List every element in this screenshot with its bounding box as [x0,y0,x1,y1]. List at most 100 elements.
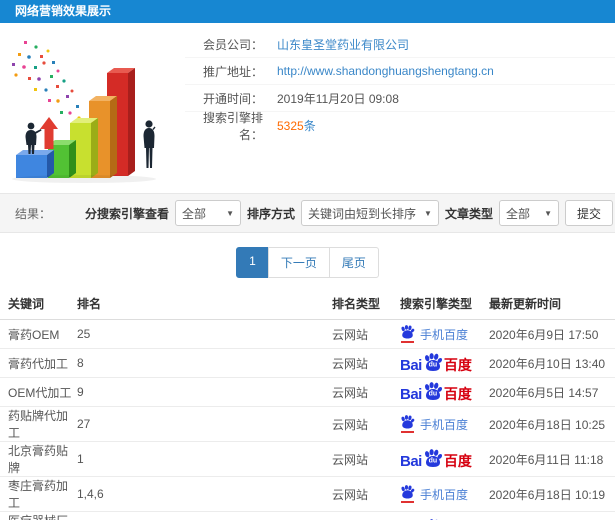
rank-cell[interactable]: 8 [77,348,332,378]
col-updated: 最新更新时间 [489,290,615,320]
updated-time-cell: 2020年6月11日 11:18 [489,441,615,477]
sort-filter-select[interactable]: 关键词由短到长排序 ▼ [301,200,439,226]
rank-type-cell: 云网站 [332,441,400,477]
col-rank: 排名 [77,290,332,320]
sort-filter-value: 关键词由短到长排序 [308,206,417,221]
url-label: 推广地址： [202,64,263,79]
engine-type-cell: 手机百度 Bai du 百度 [400,377,489,407]
article-type-label: 文章类型 [444,206,493,221]
keyword-cell: 膏药OEM [0,319,77,349]
table-row: OEM代加工 9 云网站 手机百度 Bai du 百度 [0,377,615,407]
col-keyword: 关键词 [0,290,77,320]
table-row: 枣庄膏药加工 1,4,6 云网站 手机百度 Bai du [0,476,615,512]
engine-type-cell: 手机百度 Bai du 百度 [400,441,489,477]
table-row: 北京膏药贴牌 1 云网站 手机百度 Bai du 百度 [0,441,615,477]
page-title: 网络营销效果展示 [0,0,615,23]
top-section: 会员公司： 山东皇圣堂药业有限公司 推广地址： http://www.shand… [0,23,615,191]
mobile-baidu-label: 手机百度 [420,327,469,342]
baidu-paw-icon [400,415,415,433]
col-rank-type: 排名类型 [332,290,400,320]
rank-cell[interactable]: 4 [77,511,332,520]
next-page-button[interactable]: 下一页 [267,247,330,278]
baidu-logo-du: du [428,390,438,398]
mobile-baidu-logo: 手机百度 [400,325,489,343]
baidu-logo-bai: Bai [400,453,422,470]
col-engine-type: 搜索引擎类型 [400,290,489,320]
baidu-paw-icon [400,325,415,343]
article-type-value: 全部 [505,206,530,221]
marketing-report-page: 网络营销效果展示 会员公司： 山东皇圣堂药业有限公司 推广地址： http://… [0,0,615,520]
keyword-cell: 药贴牌代加工 [0,406,77,442]
engine-type-cell: 手机百度 Bai du 百度 [400,319,489,349]
bar-blue [16,150,54,178]
company-link[interactable]: 山东皇圣堂药业有限公司 [277,36,409,53]
filter-bar: 结果： 分搜索引擎查看 全部 ▼ 排序方式 关键词由短到长排序 ▼ 文章类型 全… [0,193,615,233]
baidu-paw-icon: du [423,449,443,469]
engine-type-cell: 手机百度 Bai du 百度 [400,348,489,378]
mobile-baidu-label: 手机百度 [420,487,469,502]
baidu-logo-cn: 百度 [443,357,472,373]
table-row: 医疗器械厂家 4 云网站 手机百度 Bai du 百度 [0,511,615,520]
baidu-logo-bai: Bai [400,386,422,403]
rank-count-number: 5325 [277,119,304,133]
baidu-logo-du: du [428,457,438,465]
info-row-rank-count: 搜索引擎排名： 5325条 [185,111,615,142]
keyword-cell: 膏药代加工 [0,348,77,378]
keyword-rank-table: 关键词 排名 排名类型 搜索引擎类型 最新更新时间 膏药OEM 25 云网站 手… [0,290,615,520]
updated-time-cell: 2020年6月18日 10:25 [489,406,615,442]
member-info-panel: 会员公司： 山东皇圣堂药业有限公司 推广地址： http://www.shand… [185,31,615,142]
rank-cell[interactable]: 27 [77,406,332,442]
result-label: 结果： [15,206,52,221]
promotion-url-link[interactable]: http://www.shandonghuangshengtang.cn [277,64,494,78]
updated-time-cell: 2020年6月5日 14:57 [489,377,615,407]
rank-cell[interactable]: 25 [77,319,332,349]
rank-count-suffix: 条 [303,119,316,133]
engine-type-cell: 手机百度 Bai du 百度 [400,476,489,512]
article-type-select[interactable]: 全部 ▼ [498,200,559,226]
engine-filter-label: 分搜索引擎查看 [85,206,170,221]
baidu-logo-bai: Bai [400,357,422,374]
mobile-baidu-logo: 手机百度 [400,485,489,503]
pagination: 1 下一页 尾页 [0,247,615,278]
rank-type-cell: 云网站 [332,476,400,512]
engine-filter-value: 全部 [182,206,207,221]
page-1-button[interactable]: 1 [236,247,269,278]
baidu-logo: Bai du 百度 [400,353,489,373]
engine-type-cell: 手机百度 Bai du 百度 [400,511,489,520]
rank-type-cell: 云网站 [332,511,400,520]
rank-count-value: 5325条 [277,117,316,134]
table-row: 膏药代加工 8 云网站 手机百度 Bai du 百度 [0,348,615,378]
chevron-down-icon: ▼ [226,208,235,218]
baidu-logo-du: du [428,361,438,369]
rank-cell[interactable]: 9 [77,377,332,407]
company-label: 会员公司： [202,37,263,52]
mobile-baidu-logo: 手机百度 [400,415,489,433]
engine-type-cell: 手机百度 Bai du 百度 [400,406,489,442]
chevron-down-icon: ▼ [544,208,552,218]
rank-type-cell: 云网站 [332,319,400,349]
sort-filter-label: 排序方式 [247,206,296,221]
rank-type-cell: 云网站 [332,377,400,407]
table-row: 膏药OEM 25 云网站 手机百度 Bai du 百度 [0,319,615,349]
chevron-down-icon: ▼ [424,208,432,218]
table-row: 药贴牌代加工 27 云网站 手机百度 Bai du 百度 [0,406,615,442]
rank-type-cell: 云网站 [332,406,400,442]
last-page-button[interactable]: 尾页 [328,247,379,278]
baidu-logo: Bai du 百度 [400,382,489,402]
baidu-logo: Bai du 百度 [400,449,489,469]
rank-type-cell: 云网站 [332,348,400,378]
engine-filter-select[interactable]: 全部 ▼ [175,200,242,226]
keyword-cell: OEM代加工 [0,377,77,407]
rank-cell[interactable]: 1 [77,441,332,477]
confetti-dots [12,41,81,120]
rank-cell[interactable]: 1,4,6 [77,476,332,512]
mobile-baidu-label: 手机百度 [420,417,469,432]
updated-time-cell: 2020年6月18日 10:19 [489,476,615,512]
open-time-value: 2019年11月20日 09:08 [277,91,399,106]
submit-button[interactable]: 提交 [564,200,613,226]
keyword-cell: 枣庄膏药加工 [0,476,77,512]
info-row-url: 推广地址： http://www.shandonghuangshengtang.… [185,58,615,85]
updated-time-cell: 2020年6月10日 13:40 [489,348,615,378]
table-header-row: 关键词 排名 排名类型 搜索引擎类型 最新更新时间 [0,290,615,320]
baidu-logo-cn: 百度 [443,453,472,469]
